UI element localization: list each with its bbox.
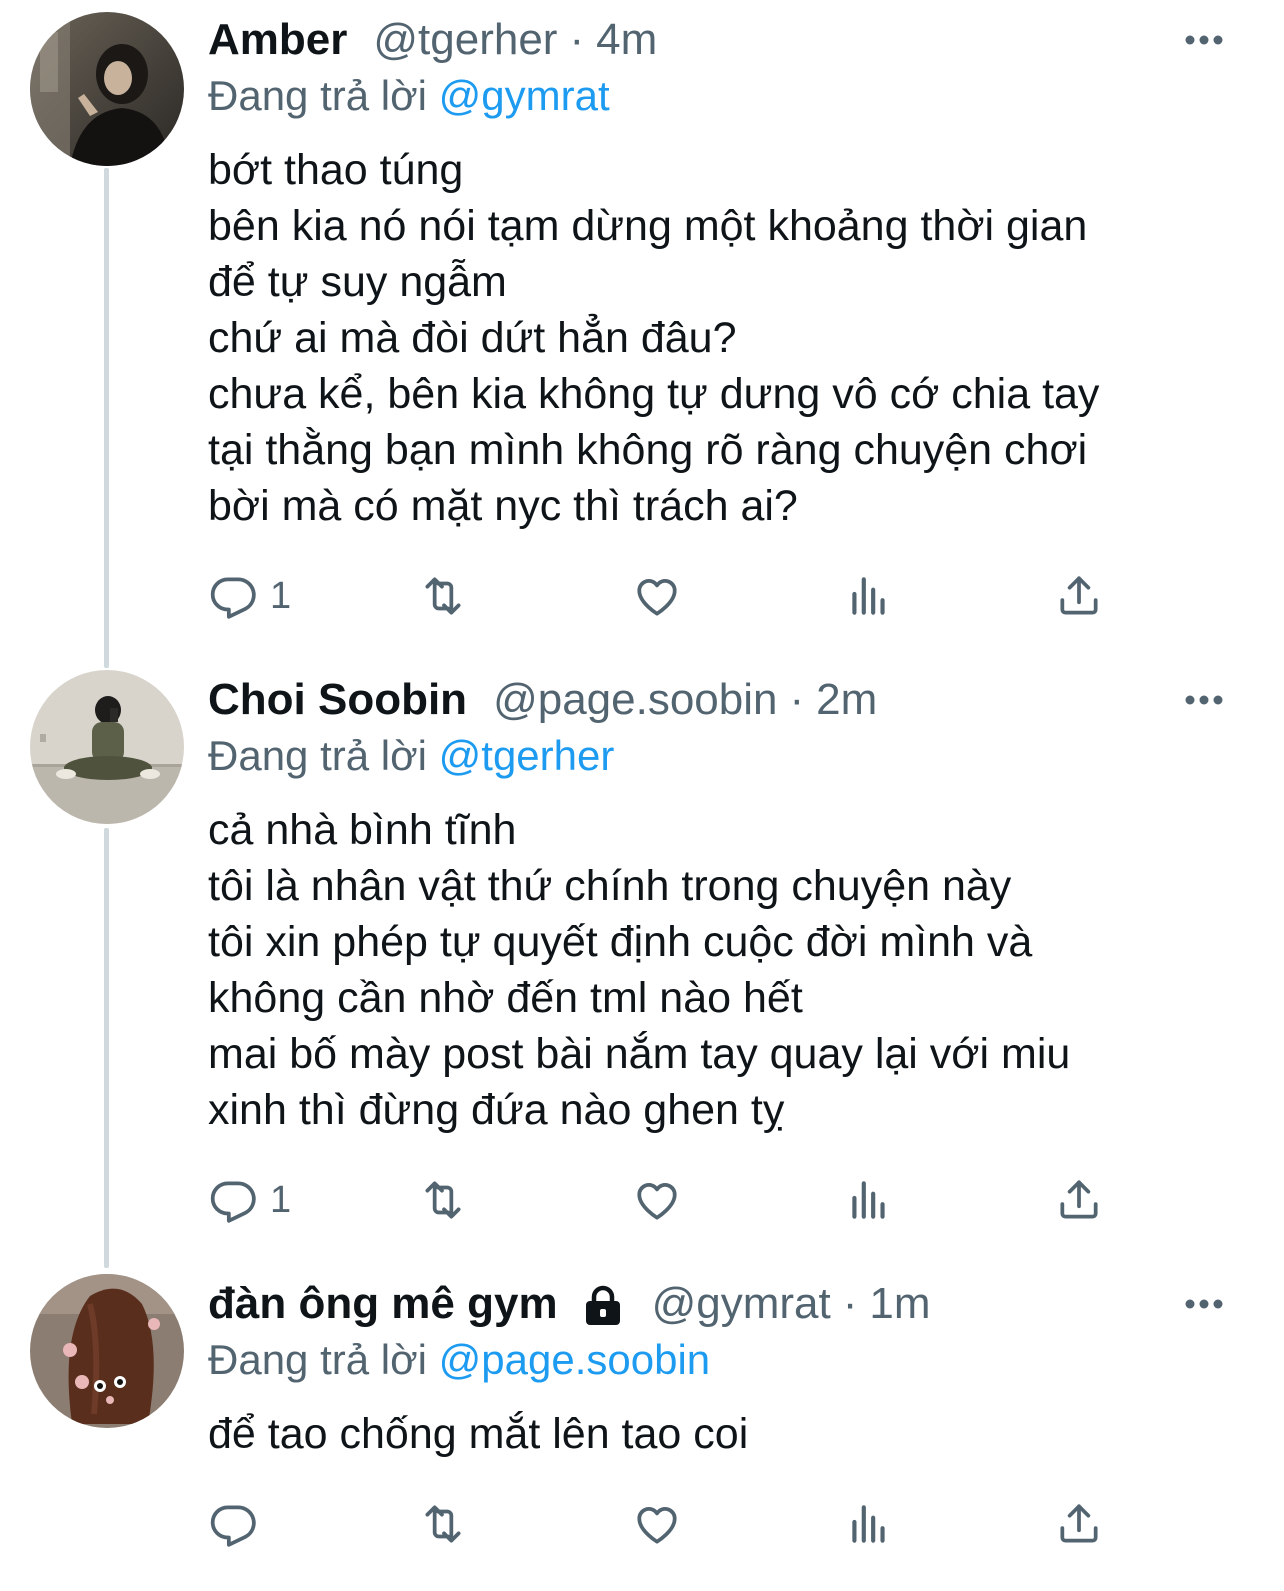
username[interactable]: @tgerher bbox=[373, 10, 557, 70]
retweet-icon bbox=[425, 577, 461, 615]
replying-to-label: Đang trả lời bbox=[208, 732, 427, 779]
views-button[interactable] bbox=[844, 1494, 894, 1554]
retweet-button[interactable] bbox=[418, 1494, 468, 1554]
replying-to: Đang trả lời @page.soobin bbox=[208, 1332, 710, 1388]
reply-mention-link[interactable]: @page.soobin bbox=[439, 1336, 711, 1383]
more-icon bbox=[1185, 695, 1223, 705]
reply-icon bbox=[210, 577, 256, 619]
views-button[interactable] bbox=[844, 1170, 894, 1230]
more-options-button[interactable] bbox=[1184, 10, 1224, 70]
like-icon bbox=[637, 1507, 677, 1544]
reply-button[interactable]: 1 bbox=[208, 1170, 291, 1230]
tweet-text-line: để tao chống mắt lên tao coi bbox=[208, 1410, 749, 1458]
more-options-button[interactable] bbox=[1184, 670, 1224, 730]
display-name[interactable]: đàn ông mê gym bbox=[208, 1274, 558, 1334]
like-icon bbox=[637, 1183, 677, 1220]
reply-mention-link[interactable]: @gymrat bbox=[439, 72, 610, 119]
views-icon bbox=[852, 1181, 885, 1219]
timestamp[interactable]: 2m bbox=[816, 670, 877, 730]
more-options-button[interactable] bbox=[1184, 1274, 1224, 1334]
tweet-text-line: để tự suy ngẫm bbox=[208, 258, 507, 306]
lock-icon bbox=[580, 1283, 626, 1329]
tweet-header: đàn ông mê gym @gymrat · 1m bbox=[208, 1274, 1224, 1334]
separator-dot: · bbox=[569, 15, 585, 64]
tweet-text-line: bớt thao túng bbox=[208, 146, 464, 194]
views-icon bbox=[852, 577, 885, 615]
like-button[interactable] bbox=[632, 1170, 682, 1230]
thread-connector bbox=[104, 168, 109, 668]
retweet-icon bbox=[425, 1181, 461, 1219]
like-button[interactable] bbox=[632, 1494, 682, 1554]
tweet-text-line: chứ ai mà đòi dứt hẳn đâu? bbox=[208, 314, 737, 362]
thread-connector bbox=[104, 828, 109, 1268]
more-icon bbox=[1185, 1299, 1223, 1309]
tweet-text-line: cả nhà bình tĩnh bbox=[208, 806, 517, 854]
tweet-actions: 1 bbox=[208, 1170, 1108, 1230]
share-button[interactable] bbox=[1054, 1494, 1104, 1554]
reply-icon bbox=[210, 1505, 256, 1547]
share-button[interactable] bbox=[1054, 1170, 1104, 1230]
avatar[interactable] bbox=[30, 670, 184, 824]
tweet-text-line: tôi xin phép tự quyết định cuộc đời mình… bbox=[208, 918, 1033, 966]
reply-thread: Amber @tgerher · 4m Đang trả lời @gymrat… bbox=[0, 0, 1284, 1591]
reply-mention-link[interactable]: @tgerher bbox=[439, 732, 615, 779]
reply-button[interactable] bbox=[208, 1494, 270, 1554]
views-button[interactable] bbox=[844, 566, 894, 626]
reply-icon bbox=[210, 1181, 256, 1223]
separator-dot: · bbox=[842, 1279, 858, 1328]
replying-to-label: Đang trả lời bbox=[208, 72, 427, 119]
tweet-text-line: không cần nhờ đến tml nào hết bbox=[208, 974, 803, 1022]
views-icon bbox=[852, 1505, 885, 1543]
tweet-text-line: bên kia nó nói tạm dừng một khoảng thời … bbox=[208, 202, 1088, 250]
retweet-button[interactable] bbox=[418, 566, 468, 626]
tweet-text-line: chưa kể, bên kia không tự dưng vô cớ chi… bbox=[208, 370, 1100, 418]
display-name[interactable]: Choi Soobin bbox=[208, 670, 467, 730]
tweet-text-line: tại thằng bạn mình không rõ ràng chuyện … bbox=[208, 426, 1088, 474]
separator-dot: · bbox=[789, 675, 805, 724]
tweet-actions bbox=[208, 1494, 1108, 1554]
reply-count: 1 bbox=[270, 574, 292, 617]
display-name[interactable]: Amber bbox=[208, 10, 347, 70]
reply-count: 1 bbox=[270, 1178, 292, 1221]
tweet-text-line: xinh thì đừng đứa nào ghen tỵ bbox=[208, 1086, 785, 1134]
timestamp[interactable]: 1m bbox=[869, 1274, 930, 1334]
tweet-text-line: mai bố mày post bài nắm tay quay lại với… bbox=[208, 1030, 1071, 1078]
tweet-text: cả nhà bình tĩnh tôi là nhân vật thứ chí… bbox=[208, 802, 1228, 1138]
tweet-text: bớt thao túng bên kia nó nói tạm dừng mộ… bbox=[208, 142, 1228, 534]
tweet-header: Choi Soobin @page.soobin · 2m bbox=[208, 670, 1224, 730]
share-icon bbox=[1060, 576, 1098, 615]
retweet-icon bbox=[425, 1505, 461, 1543]
like-button[interactable] bbox=[632, 566, 682, 626]
share-icon bbox=[1060, 1504, 1098, 1543]
reply-button[interactable]: 1 bbox=[208, 566, 291, 626]
tweet-text-line: tôi là nhân vật thứ chính trong chuyện n… bbox=[208, 862, 1012, 910]
timestamp[interactable]: 4m bbox=[596, 10, 657, 70]
username[interactable]: @page.soobin bbox=[493, 670, 777, 730]
retweet-button[interactable] bbox=[418, 1170, 468, 1230]
tweet-text-line: bời mà có mặt nyc thì trách ai? bbox=[208, 482, 798, 530]
replying-to: Đang trả lời @gymrat bbox=[208, 68, 610, 124]
tweet-actions: 1 bbox=[208, 566, 1108, 626]
tweet-header: Amber @tgerher · 4m bbox=[208, 10, 1224, 70]
share-icon bbox=[1060, 1180, 1098, 1219]
share-button[interactable] bbox=[1054, 566, 1104, 626]
avatar[interactable] bbox=[30, 12, 184, 166]
more-icon bbox=[1185, 35, 1223, 45]
replying-to: Đang trả lời @tgerher bbox=[208, 728, 614, 784]
replying-to-label: Đang trả lời bbox=[208, 1336, 427, 1383]
username[interactable]: @gymrat bbox=[652, 1274, 831, 1334]
like-icon bbox=[637, 579, 677, 616]
avatar[interactable] bbox=[30, 1274, 184, 1428]
tweet-text: để tao chống mắt lên tao coi bbox=[208, 1406, 1228, 1462]
